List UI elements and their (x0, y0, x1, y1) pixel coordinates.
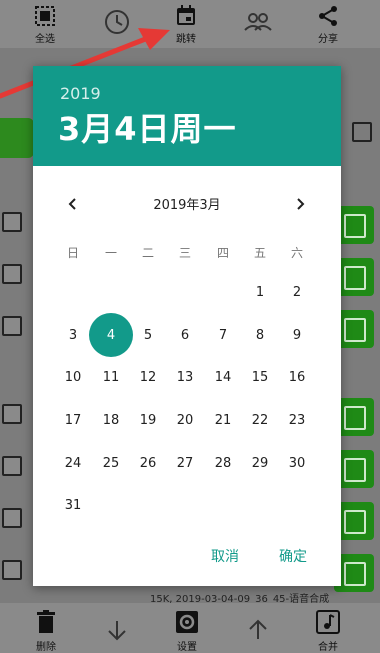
weekday-label: 五 (253, 246, 266, 260)
cancel-button[interactable]: 取消 (211, 546, 239, 566)
arrow-down-icon (92, 617, 142, 643)
next-month-button[interactable] (285, 190, 315, 218)
header-selected-date[interactable]: 3月4日周一 (58, 104, 237, 150)
move-down-button[interactable] (92, 603, 142, 653)
weekday-label: 一 (104, 246, 117, 260)
settings-label: 设置 (177, 642, 197, 653)
waveform-icon (0, 118, 34, 158)
move-up-button[interactable] (233, 603, 283, 653)
history-button[interactable] (92, 0, 142, 48)
row-checkbox[interactable] (2, 264, 22, 284)
calendar-day[interactable]: 2 (275, 270, 319, 314)
date-picker-dialog: 2019 3月4日周一 2019年3月 日一二三四五六 1 2 3 4 5 6 7 8 9 10 1… (33, 66, 341, 586)
trash-icon (21, 609, 71, 635)
delete-label: 删除 (36, 642, 56, 653)
select-all-icon (20, 4, 70, 28)
calendar-day[interactable]: 30 (275, 441, 319, 485)
chevron-right-icon (297, 198, 305, 210)
calendar-day[interactable]: 9 (275, 313, 319, 357)
merge-label: 合并 (318, 642, 338, 653)
ok-button[interactable]: 确定 (279, 546, 307, 566)
weekday-label: 四 (216, 246, 229, 260)
select-all-button[interactable]: 全选 (20, 0, 70, 48)
gear-icon (162, 609, 212, 635)
share-label: 分享 (318, 34, 338, 45)
share-icon (303, 4, 353, 28)
date-picker-header: 2019 3月4日周一 (33, 66, 341, 166)
calendar-day[interactable]: 31 (51, 483, 95, 527)
row-checkbox[interactable] (2, 560, 22, 580)
weekday-label: 日 (66, 246, 79, 260)
clock-icon (92, 10, 142, 34)
row-checkbox[interactable] (2, 212, 22, 232)
merge-button[interactable]: 合并 (303, 603, 353, 653)
weekday-label: 二 (141, 246, 154, 260)
jump-label: 跳转 (176, 34, 196, 45)
music-note-icon (303, 609, 353, 635)
row-checkbox[interactable] (2, 456, 22, 476)
share-button[interactable]: 分享 (303, 0, 353, 48)
delete-button[interactable]: 删除 (21, 603, 71, 653)
row-checkbox[interactable] (2, 508, 22, 528)
row-checkbox[interactable] (2, 404, 22, 424)
top-toolbar: 全选 跳转 分享 (0, 0, 380, 48)
row-checkbox[interactable] (2, 316, 22, 336)
calendar-icon (161, 4, 211, 28)
calendar-day[interactable]: 16 (275, 355, 319, 399)
calendar-day[interactable]: 23 (275, 398, 319, 442)
select-all-label: 全选 (35, 34, 55, 45)
row-checkbox[interactable] (352, 122, 372, 142)
jump-button[interactable]: 跳转 (161, 0, 211, 48)
weekday-label: 六 (290, 246, 303, 260)
weekday-label: 三 (178, 246, 191, 260)
contacts-button[interactable] (233, 0, 283, 48)
settings-button[interactable]: 设置 (162, 603, 212, 653)
people-icon (233, 10, 283, 34)
bottom-toolbar: 删除 设置 合并 (0, 603, 380, 653)
header-year[interactable]: 2019 (60, 84, 101, 103)
arrow-up-icon (233, 617, 283, 643)
